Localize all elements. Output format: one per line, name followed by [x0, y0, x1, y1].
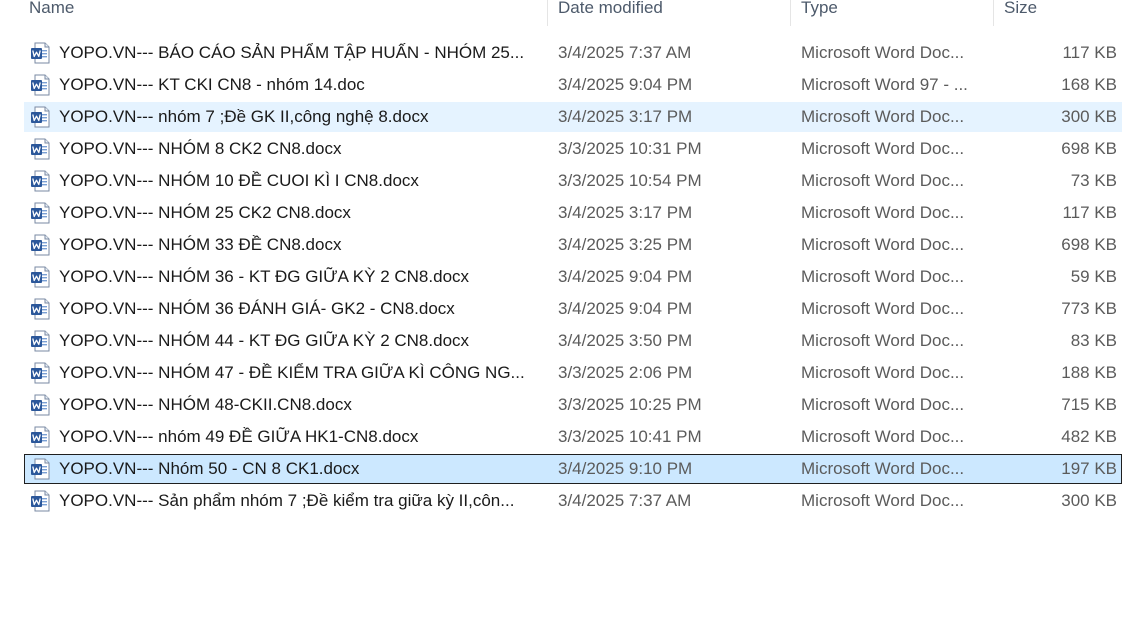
word-document-icon [30, 106, 50, 128]
file-type: Microsoft Word Doc... [801, 43, 965, 62]
file-name: YOPO.VN--- BÁO CÁO SẢN PHẨM TẬP HUẤN - N… [59, 43, 525, 62]
file-name: YOPO.VN--- NHÓM 47 - ĐỀ KIỂM TRA GIỮA KÌ… [59, 363, 525, 382]
column-header-date-modified[interactable]: Date modified [558, 0, 663, 22]
file-date-modified: 3/4/2025 3:17 PM [558, 107, 693, 126]
file-type: Microsoft Word Doc... [801, 235, 965, 254]
file-type: Microsoft Word Doc... [801, 459, 965, 478]
word-document-icon [30, 42, 50, 64]
word-document-icon [30, 138, 50, 160]
file-row[interactable]: YOPO.VN--- NHÓM 8 CK2 CN8.docx 3/3/2025 1… [24, 134, 1122, 164]
file-date-modified: 3/4/2025 9:04 PM [558, 299, 693, 318]
file-name: YOPO.VN--- KT CKI CN8 - nhóm 14.doc [59, 75, 365, 94]
column-header-name[interactable]: Name [29, 0, 74, 22]
file-type: Microsoft Word Doc... [801, 331, 965, 350]
file-row[interactable]: YOPO.VN--- Nhóm 50 - CN 8 CK1.docx 3/4/20… [24, 454, 1122, 484]
word-document-icon [30, 202, 50, 224]
column-header-size[interactable]: Size [1004, 0, 1037, 22]
file-size: 773 KB [1061, 299, 1117, 318]
file-size: 83 KB [1070, 331, 1117, 350]
file-name: YOPO.VN--- NHÓM 44 - KT ĐG GIỮA KỲ 2 CN8… [59, 331, 470, 350]
file-type: Microsoft Word Doc... [801, 107, 965, 126]
file-type: Microsoft Word Doc... [801, 139, 965, 158]
column-header-type[interactable]: Type [801, 0, 838, 22]
file-size: 698 KB [1061, 235, 1117, 254]
file-row[interactable]: YOPO.VN--- nhóm 49 ĐỀ GIỮA HK1-CN8.docx 3… [24, 422, 1122, 452]
file-date-modified: 3/3/2025 10:25 PM [558, 395, 702, 414]
file-date-modified: 3/4/2025 3:17 PM [558, 203, 693, 222]
file-row[interactable]: YOPO.VN--- NHÓM 36 - KT ĐG GIỮA KỲ 2 CN8… [24, 262, 1122, 292]
file-date-modified: 3/4/2025 9:04 PM [558, 267, 693, 286]
word-document-icon [30, 234, 50, 256]
file-name: YOPO.VN--- NHÓM 8 CK2 CN8.docx [59, 139, 342, 158]
file-size: 188 KB [1061, 363, 1117, 382]
file-name: YOPO.VN--- nhóm 49 ĐỀ GIỮA HK1-CN8.docx [59, 427, 419, 446]
file-type: Microsoft Word Doc... [801, 363, 965, 382]
word-document-icon [30, 170, 50, 192]
file-size: 59 KB [1070, 267, 1117, 286]
file-date-modified: 3/3/2025 10:31 PM [558, 139, 702, 158]
word-document-icon [30, 362, 50, 384]
file-type: Microsoft Word Doc... [801, 171, 965, 190]
file-type: Microsoft Word Doc... [801, 427, 965, 446]
file-size: 117 KB [1062, 203, 1117, 222]
column-header-bar: Name Date modified Type Size [0, 0, 1141, 26]
file-row[interactable]: YOPO.VN--- NHÓM 25 CK2 CN8.docx 3/4/2025 … [24, 198, 1122, 228]
file-type: Microsoft Word Doc... [801, 299, 965, 318]
file-row[interactable]: YOPO.VN--- NHÓM 10 ĐỀ CUOI KÌ I CN8.docx… [24, 166, 1122, 196]
column-divider-type[interactable] [993, 0, 994, 26]
word-document-icon [30, 330, 50, 352]
file-name: YOPO.VN--- NHÓM 48-CKII.CN8.docx [59, 395, 352, 414]
file-date-modified: 3/4/2025 9:04 PM [558, 75, 693, 94]
file-name: YOPO.VN--- NHÓM 25 CK2 CN8.docx [59, 203, 351, 222]
file-row[interactable]: YOPO.VN--- NHÓM 33 ĐỀ CN8.docx 3/4/2025 3… [24, 230, 1122, 260]
file-row[interactable]: YOPO.VN--- NHÓM 48-CKII.CN8.docx 3/3/2025… [24, 390, 1122, 420]
file-size: 482 KB [1061, 427, 1117, 446]
file-row[interactable]: YOPO.VN--- BÁO CÁO SẢN PHẨM TẬP HUẤN - N… [24, 38, 1122, 68]
file-row[interactable]: YOPO.VN--- NHÓM 47 - ĐỀ KIỂM TRA GIỮA KÌ… [24, 358, 1122, 388]
file-size: 300 KB [1061, 491, 1117, 510]
file-size: 715 KB [1061, 395, 1117, 414]
file-row[interactable]: YOPO.VN--- NHÓM 44 - KT ĐG GIỮA KỲ 2 CN8… [24, 326, 1122, 356]
file-date-modified: 3/4/2025 3:50 PM [558, 331, 693, 350]
file-date-modified: 3/3/2025 10:54 PM [558, 171, 702, 190]
column-divider-name[interactable] [547, 0, 548, 26]
file-type: Microsoft Word 97 - ... [801, 75, 968, 94]
file-date-modified: 3/4/2025 7:37 AM [558, 491, 692, 510]
file-size: 197 KB [1061, 459, 1117, 478]
file-type: Microsoft Word Doc... [801, 395, 965, 414]
file-name: YOPO.VN--- NHÓM 10 ĐỀ CUOI KÌ I CN8.docx [59, 171, 419, 190]
file-name: YOPO.VN--- Nhóm 50 - CN 8 CK1.docx [59, 459, 360, 478]
file-size: 698 KB [1061, 139, 1117, 158]
word-document-icon [30, 74, 50, 96]
word-document-icon [30, 458, 50, 480]
file-name: YOPO.VN--- nhóm 7 ;Đề GK II,công nghệ 8.… [59, 107, 429, 126]
file-name: YOPO.VN--- NHÓM 33 ĐỀ CN8.docx [59, 235, 342, 254]
word-document-icon [30, 394, 50, 416]
file-name: YOPO.VN--- NHÓM 36 ĐÁNH GIÁ- GK2 - CN8.d… [59, 299, 455, 318]
file-size: 300 KB [1061, 107, 1117, 126]
word-document-icon [30, 426, 50, 448]
file-type: Microsoft Word Doc... [801, 267, 965, 286]
file-type: Microsoft Word Doc... [801, 203, 965, 222]
file-name: YOPO.VN--- NHÓM 36 - KT ĐG GIỮA KỲ 2 CN8… [59, 267, 470, 286]
file-row[interactable]: YOPO.VN--- NHÓM 36 ĐÁNH GIÁ- GK2 - CN8.d… [24, 294, 1122, 324]
file-date-modified: 3/3/2025 10:41 PM [558, 427, 702, 446]
file-date-modified: 3/4/2025 7:37 AM [558, 43, 692, 62]
file-row[interactable]: YOPO.VN--- Sản phẩm nhóm 7 ;Đề kiểm tra … [24, 486, 1122, 516]
word-document-icon [30, 266, 50, 288]
column-divider-date[interactable] [790, 0, 791, 26]
file-size: 73 KB [1070, 171, 1117, 190]
file-row[interactable]: YOPO.VN--- nhóm 7 ;Đề GK II,công nghệ 8.… [24, 102, 1122, 132]
file-size: 117 KB [1062, 43, 1117, 62]
file-date-modified: 3/3/2025 2:06 PM [558, 363, 693, 382]
word-document-icon [30, 490, 50, 512]
file-date-modified: 3/4/2025 9:10 PM [558, 459, 693, 478]
word-document-icon [30, 298, 50, 320]
file-date-modified: 3/4/2025 3:25 PM [558, 235, 693, 254]
file-row[interactable]: YOPO.VN--- KT CKI CN8 - nhóm 14.doc 3/4/2… [24, 70, 1122, 100]
file-name: YOPO.VN--- Sản phẩm nhóm 7 ;Đề kiểm tra … [59, 491, 515, 510]
file-type: Microsoft Word Doc... [801, 491, 965, 510]
file-size: 168 KB [1061, 75, 1117, 94]
